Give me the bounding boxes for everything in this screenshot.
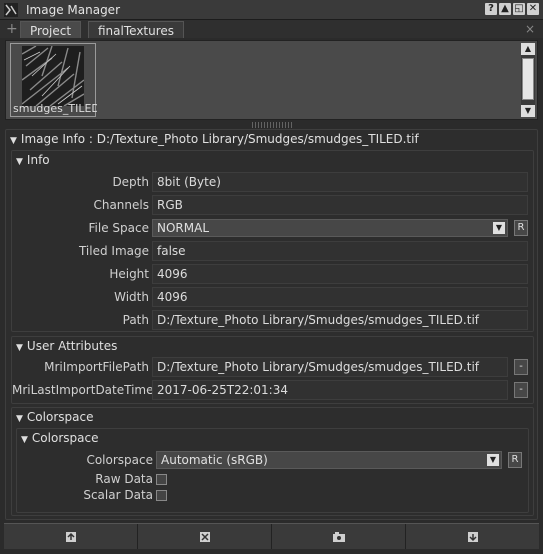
title-bar: Image Manager ? ▲ ◱ ✕ bbox=[0, 0, 543, 20]
colorspace-reset-button[interactable]: R bbox=[508, 452, 522, 468]
colorspace-outer-header[interactable]: ▼ Colorspace bbox=[16, 410, 93, 424]
remove-import-date-button[interactable]: - bbox=[514, 382, 528, 398]
channels-label: Channels bbox=[93, 198, 149, 212]
collapse-button[interactable]: ▲ bbox=[499, 3, 511, 15]
scroll-up-icon[interactable]: ▲ bbox=[521, 43, 535, 55]
file-space-reset-button[interactable]: R bbox=[514, 220, 528, 236]
colorspace-outer-section: ▼ Colorspace ▼ Colorspace Colorspace Autom… bbox=[11, 407, 534, 516]
thumbnail-item[interactable]: smudges_TILED bbox=[10, 43, 97, 117]
colorspace-inner-section: ▼ Colorspace Colorspace Automatic (sRGB) … bbox=[16, 428, 529, 513]
channels-field: RGB bbox=[152, 195, 528, 215]
raw-data-label: Raw Data bbox=[95, 472, 153, 486]
path-label: Path bbox=[122, 313, 149, 327]
scalar-data-label: Scalar Data bbox=[83, 488, 153, 502]
path-field: D:/Texture_Photo Library/Smudges/smudges… bbox=[152, 310, 528, 330]
image-info-title: Image Info : D:/Texture_Photo Library/Sm… bbox=[20, 132, 419, 146]
close-button[interactable]: ✕ bbox=[527, 3, 539, 15]
info-title: Info bbox=[26, 153, 50, 167]
height-field: 4096 bbox=[152, 264, 528, 284]
mri-import-file-path-label: MriImportFilePath bbox=[44, 360, 149, 374]
colorspace-inner-header[interactable]: ▼ Colorspace bbox=[21, 431, 98, 445]
remove-icon bbox=[199, 531, 210, 542]
image-manager-icon bbox=[4, 3, 18, 17]
scalar-data-checkbox[interactable] bbox=[156, 490, 167, 501]
thumbnail-scrollbar[interactable]: ▲ ▼ bbox=[521, 43, 535, 117]
add-tab-button[interactable]: + bbox=[6, 21, 18, 37]
texture-thumbnail-image bbox=[22, 46, 84, 106]
width-field: 4096 bbox=[152, 287, 528, 307]
mri-last-import-date-field[interactable]: 2017-06-25T22:01:34 bbox=[152, 380, 508, 400]
colorspace-label: Colorspace bbox=[86, 453, 153, 467]
window-title: Image Manager bbox=[26, 3, 120, 17]
expand-triangle-icon: ▼ bbox=[16, 414, 23, 424]
chevron-down-icon: ▼ bbox=[487, 454, 499, 466]
depth-label: Depth bbox=[112, 175, 149, 189]
panel-splitter-handle[interactable] bbox=[252, 122, 292, 128]
user-attributes-title: User Attributes bbox=[26, 339, 118, 353]
colorspace-outer-title: Colorspace bbox=[26, 410, 94, 424]
tiled-image-field: false bbox=[152, 241, 528, 261]
help-button[interactable]: ? bbox=[485, 3, 497, 15]
view-icon bbox=[332, 531, 345, 542]
import-image-button[interactable] bbox=[4, 524, 138, 549]
mri-import-file-path-field[interactable]: D:/Texture_Photo Library/Smudges/smudges… bbox=[152, 357, 508, 377]
thumbnail-panel: smudges_TILED ▲ ▼ bbox=[5, 40, 538, 120]
scroll-down-icon[interactable]: ▼ bbox=[521, 105, 535, 117]
export-image-button[interactable] bbox=[406, 524, 539, 549]
close-tab-icon[interactable]: × bbox=[525, 22, 535, 36]
expand-triangle-icon: ▼ bbox=[21, 435, 28, 445]
image-info-header[interactable]: ▼ Image Info : D:/Texture_Photo Library/S… bbox=[10, 132, 419, 146]
float-button[interactable]: ◱ bbox=[513, 3, 525, 15]
remove-import-path-button[interactable]: - bbox=[514, 359, 528, 375]
colorspace-dropdown[interactable]: Automatic (sRGB) ▼ bbox=[156, 451, 502, 469]
file-space-label: File Space bbox=[88, 221, 149, 235]
colorspace-value: Automatic (sRGB) bbox=[161, 453, 268, 467]
tab-bar: + Project finalTextures × bbox=[0, 20, 543, 38]
user-attributes-header[interactable]: ▼ User Attributes bbox=[16, 339, 117, 353]
chevron-down-icon: ▼ bbox=[493, 222, 505, 234]
file-space-dropdown[interactable]: NORMAL ▼ bbox=[152, 219, 508, 237]
expand-triangle-icon: ▼ bbox=[16, 157, 23, 167]
raw-data-checkbox[interactable] bbox=[156, 474, 167, 485]
tab-project[interactable]: Project bbox=[20, 21, 82, 38]
export-icon bbox=[467, 531, 478, 542]
import-icon bbox=[65, 531, 76, 542]
info-section: ▼ Info Depth 8bit (Byte) Channels RGB Fil… bbox=[11, 150, 534, 332]
file-space-value: NORMAL bbox=[157, 221, 210, 235]
tiled-image-label: Tiled Image bbox=[78, 244, 149, 258]
user-attributes-section: ▼ User Attributes MriImportFilePath D:/Te… bbox=[11, 336, 534, 404]
scroll-thumb[interactable] bbox=[522, 58, 534, 100]
thumbnail-label: smudges_TILED bbox=[13, 102, 97, 115]
remove-image-button[interactable] bbox=[138, 524, 272, 549]
info-header[interactable]: ▼ Info bbox=[16, 153, 50, 167]
view-image-button[interactable] bbox=[272, 524, 406, 549]
mri-last-import-date-label: MriLastImportDateTime bbox=[12, 383, 154, 397]
depth-field: 8bit (Byte) bbox=[152, 172, 528, 192]
colorspace-inner-title: Colorspace bbox=[31, 431, 99, 445]
tab-final-textures[interactable]: finalTextures bbox=[88, 21, 185, 38]
height-label: Height bbox=[109, 267, 149, 281]
image-info-section: ▼ Image Info : D:/Texture_Photo Library/S… bbox=[5, 129, 538, 520]
bottom-toolbar bbox=[4, 523, 539, 549]
expand-triangle-icon: ▼ bbox=[16, 343, 23, 353]
width-label: Width bbox=[114, 290, 149, 304]
expand-triangle-icon: ▼ bbox=[10, 136, 17, 146]
